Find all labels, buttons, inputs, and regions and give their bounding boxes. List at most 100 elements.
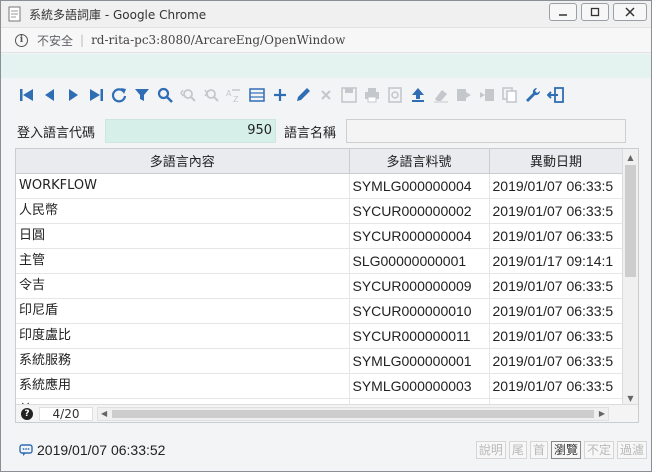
mode-indicators: 說明 尾 首 瀏覽 不定 過濾 [475, 441, 647, 459]
sort-button[interactable]: AZ [224, 86, 243, 105]
form-row: 登入語言代碼 950 語言名稱 [17, 119, 627, 143]
toolbar: AZ [17, 83, 565, 107]
sort-icon: AZ [226, 89, 240, 104]
maximize-button[interactable] [581, 3, 609, 21]
pencil-icon [296, 88, 310, 101]
table-cell[interactable]: SYMLG000000001 [349, 348, 490, 374]
export-button[interactable] [454, 86, 473, 105]
table-cell[interactable]: 2019/01/07 06:33:5 [489, 223, 624, 249]
scroll-up-icon[interactable]: ▲ [623, 149, 638, 165]
table-cell[interactable]: SYCUR000000009 [349, 273, 490, 299]
record-pager: 4/20 [39, 406, 93, 421]
status-bar: 2019/01/07 06:33:52 說明 尾 首 瀏覽 不定 過濾 [1, 435, 651, 465]
wrench-icon [525, 87, 540, 102]
list-button[interactable] [247, 86, 266, 105]
close-button[interactable] [613, 3, 647, 21]
save-button[interactable] [339, 86, 358, 105]
table-cell[interactable]: SYMLG000000003 [349, 373, 490, 399]
table-cell[interactable]: SYCUR000000010 [349, 298, 490, 324]
table-cell[interactable]: 主管 [16, 248, 350, 274]
table-cell[interactable]: SYCUR000000004 [349, 223, 490, 249]
table-cell[interactable]: 人民幣 [16, 198, 350, 224]
table-cell[interactable]: 2019/01/07 06:33:5 [489, 273, 624, 299]
table-row[interactable]: WORKFLOW SYMLG000000004 2019/01/07 06:33:5 [16, 173, 624, 199]
mode-browse: 瀏覽 [550, 441, 581, 459]
table-row[interactable]: 印尼盾 SYCUR000000010 2019/01/07 06:33:5 [16, 298, 624, 324]
scroll-thumb[interactable] [112, 409, 594, 418]
edit-button[interactable] [293, 86, 312, 105]
language-name-field[interactable] [346, 119, 627, 143]
table-cell[interactable]: 2019/01/07 06:33:5 [489, 323, 624, 349]
table-row[interactable]: 印度盧比 SYCUR000000011 2019/01/07 06:33:5 [16, 323, 624, 349]
vertical-scrollbar[interactable]: ▲ ▼ [622, 149, 638, 406]
import-button[interactable] [477, 86, 496, 105]
language-code-field[interactable]: 950 [105, 119, 277, 143]
search-button[interactable] [155, 86, 174, 105]
find-prev-icon [179, 89, 196, 102]
table-cell[interactable]: 印度盧比 [16, 323, 350, 349]
next-record-button[interactable] [63, 86, 82, 105]
title-bar: 系統多語詞庫 - Google Chrome [1, 1, 651, 27]
scroll-right-icon[interactable]: ▶ [599, 408, 605, 420]
table-cell[interactable]: WORKFLOW [16, 173, 350, 199]
table-cell[interactable]: 2019/01/07 06:33:5 [489, 348, 624, 374]
table-cell[interactable]: SYCUR000000002 [349, 198, 490, 224]
first-record-button[interactable] [17, 86, 36, 105]
table-cell[interactable]: 2019/01/17 09:14:1 [489, 248, 624, 274]
next-icon [68, 89, 78, 101]
exit-button[interactable] [546, 86, 565, 105]
table-cell[interactable]: 系統應用 [16, 373, 350, 399]
address-bar[interactable]: i 不安全 | rd-rita-pc3:8080/ArcareEng/OpenW… [1, 27, 651, 53]
table-cell[interactable]: 日圓 [16, 223, 350, 249]
table-cell[interactable]: 令吉 [16, 273, 350, 299]
column-header[interactable]: 多語言內容 [16, 149, 350, 174]
find-prev-button[interactable] [178, 86, 197, 105]
table-row[interactable]: 人民幣 SYCUR000000002 2019/01/07 06:33:5 [16, 198, 624, 224]
upload-button[interactable] [408, 86, 427, 105]
refresh-button[interactable] [109, 86, 128, 105]
prev-record-button[interactable] [40, 86, 59, 105]
minimize-button[interactable] [549, 3, 577, 21]
save-icon [340, 87, 357, 103]
grid-footer: ? 4/20 ◀ ▶ [16, 404, 638, 422]
table-cell[interactable]: 2019/01/07 06:33:5 [489, 173, 624, 199]
copy-button[interactable] [500, 86, 519, 105]
table-row[interactable]: 系統服務 SYMLG000000001 2019/01/07 06:33:5 [16, 348, 624, 374]
preview-icon [387, 87, 402, 103]
table-cell[interactable]: 系統服務 [16, 348, 350, 374]
info-icon[interactable]: i [15, 33, 28, 47]
clear-button[interactable] [431, 86, 450, 105]
print-button[interactable] [362, 86, 381, 105]
add-button[interactable] [270, 86, 289, 105]
plus-icon [273, 89, 286, 101]
table-row[interactable]: 系統應用 SYMLG000000003 2019/01/07 06:33:5 [16, 373, 624, 399]
column-header[interactable]: 異動日期 [489, 149, 624, 174]
table-cell[interactable]: 印尼盾 [16, 298, 350, 324]
delete-icon [320, 90, 331, 100]
settings-button[interactable] [523, 86, 542, 105]
mode-help: 說明 [475, 441, 506, 459]
table-row[interactable]: 主管 SLG00000000001 2019/01/17 09:14:1 [16, 248, 624, 274]
scroll-left-icon[interactable]: ◀ [101, 408, 107, 420]
help-icon[interactable]: ? [21, 407, 33, 420]
find-next-button[interactable] [201, 86, 220, 105]
filter-button[interactable] [132, 86, 151, 105]
table-row[interactable]: 日圓 SYCUR000000004 2019/01/07 06:33:5 [16, 223, 624, 249]
scroll-thumb[interactable] [625, 165, 636, 277]
table-row[interactable]: 令吉 SYCUR000000009 2019/01/07 06:33:5 [16, 273, 624, 299]
table-cell[interactable]: SYMLG000000004 [349, 173, 490, 199]
table-cell[interactable]: SYCUR000000011 [349, 323, 490, 349]
horizontal-scrollbar[interactable]: ◀ ▶ [97, 406, 609, 421]
table-cell[interactable]: 2019/01/07 06:33:5 [489, 198, 624, 224]
copy-icon [501, 87, 517, 103]
delete-button[interactable] [316, 86, 335, 105]
preview-button[interactable] [385, 86, 404, 105]
url-text[interactable]: rd-rita-pc3:8080/ArcareEng/OpenWindow [91, 33, 345, 47]
table-cell[interactable]: 2019/01/07 06:33:5 [489, 373, 624, 399]
export-icon [456, 89, 471, 101]
exit-icon [546, 87, 564, 103]
table-cell[interactable]: 2019/01/07 06:33:5 [489, 298, 624, 324]
last-record-button[interactable] [86, 86, 105, 105]
table-cell[interactable]: SLG00000000001 [349, 248, 490, 274]
column-header[interactable]: 多語言料號 [349, 149, 490, 174]
